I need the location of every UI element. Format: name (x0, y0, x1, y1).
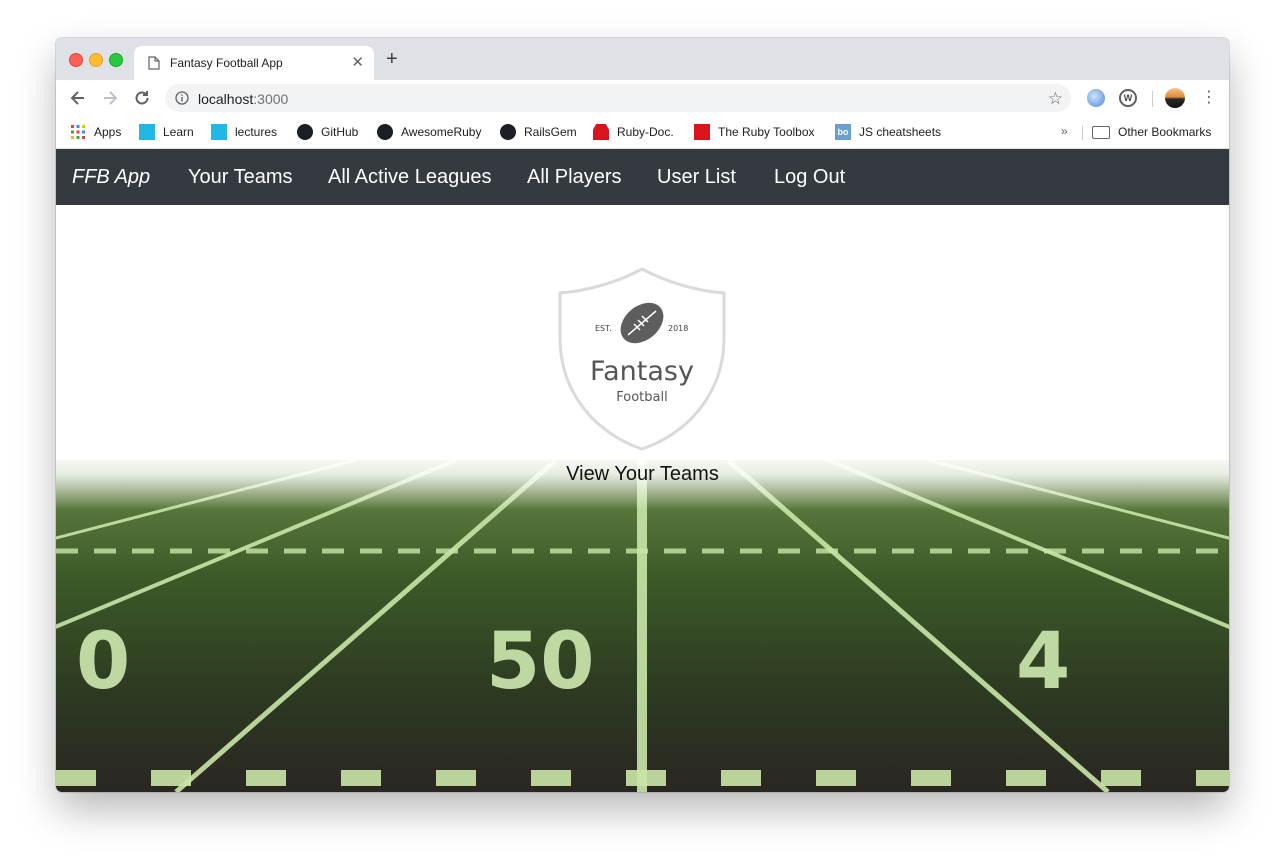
bo-icon: bo (835, 124, 851, 140)
yard-number-right: 4 (1016, 617, 1070, 707)
page-icon (148, 56, 160, 70)
url-host: localhost (198, 91, 254, 107)
bookmark-label: Ruby-Doc. (617, 125, 674, 139)
logo-football: Football (616, 390, 667, 405)
bookmark-label: Apps (94, 125, 122, 139)
bookmark-js-cheatsheets[interactable]: bo JS cheatsheets (835, 123, 941, 141)
github-icon (377, 124, 393, 140)
tab-title: Fantasy Football App (170, 56, 283, 70)
folder-icon (1092, 125, 1110, 139)
yard-number-center: 50 (486, 617, 595, 707)
browser-toolbar: localhost:3000 ☆ W ⋮ (56, 80, 1229, 116)
back-icon[interactable] (68, 88, 88, 108)
nav-user-list[interactable]: User List (657, 149, 736, 205)
github-icon (297, 124, 313, 140)
fantasy-football-logo: EST. 2018 Fantasy Football (558, 267, 726, 451)
bookmarks-bar: Apps Learn lectures GitHub AwesomeRuby R… (56, 116, 1229, 149)
page-content: 0 50 4 EST. 2018 Fantasy Football View Y… (56, 205, 1229, 792)
browser-menu-icon[interactable]: ⋮ (1201, 88, 1217, 108)
reload-icon[interactable] (132, 88, 152, 108)
bookmark-label: RailsGem (524, 125, 577, 139)
logo-fantasy: Fantasy (590, 356, 694, 387)
bookmarks-overflow-icon[interactable]: » (1061, 124, 1068, 138)
toolbar-divider (1152, 91, 1153, 107)
ruby-icon (593, 124, 609, 140)
bookmark-label: AwesomeRuby (401, 125, 482, 139)
nav-all-players[interactable]: All Players (527, 149, 621, 205)
close-window-button[interactable] (69, 53, 83, 67)
bookmark-star-icon[interactable]: ☆ (1048, 89, 1063, 109)
gift-icon (694, 124, 710, 140)
browser-window: Fantasy Football App ✕ + localhost:3000 … (56, 38, 1229, 792)
maximize-window-button[interactable] (109, 53, 123, 67)
minimize-window-button[interactable] (89, 53, 103, 67)
logo-est: EST. (595, 324, 612, 333)
url-port: :3000 (253, 91, 289, 107)
new-tab-button[interactable]: + (386, 49, 398, 69)
bookmark-ruby-toolbox[interactable]: The Ruby Toolbox (694, 123, 815, 141)
bookmarks-divider (1082, 126, 1083, 140)
bookmark-label: Learn (163, 125, 194, 139)
bookmark-label: GitHub (321, 125, 359, 139)
nav-brand[interactable]: FFB App (72, 149, 150, 205)
active-tab[interactable]: Fantasy Football App ✕ (134, 46, 374, 80)
bookmark-awesomeruby[interactable]: AwesomeRuby (377, 123, 481, 141)
nav-all-active-leagues[interactable]: All Active Leagues (328, 149, 491, 205)
close-tab-icon[interactable]: ✕ (351, 53, 364, 71)
bookmark-github[interactable]: GitHub (297, 123, 358, 141)
other-bookmarks[interactable]: Other Bookmarks (1092, 123, 1211, 141)
extension-icon[interactable] (1087, 89, 1105, 107)
learn-icon (139, 124, 155, 140)
view-your-teams-link[interactable]: View Your Teams (56, 463, 1229, 486)
bookmark-label: lectures (235, 125, 278, 139)
other-bookmarks-label: Other Bookmarks (1118, 125, 1212, 139)
forward-icon[interactable] (100, 88, 120, 108)
nav-log-out[interactable]: Log Out (774, 149, 845, 205)
bookmark-apps[interactable]: Apps (70, 123, 121, 141)
profile-avatar[interactable] (1165, 88, 1185, 108)
bookmark-learn[interactable]: Learn (139, 123, 194, 141)
bookmark-label: The Ruby Toolbox (718, 125, 815, 139)
url-text: localhost:3000 (198, 91, 288, 107)
nav-your-teams[interactable]: Your Teams (188, 149, 293, 205)
lectures-icon (211, 124, 227, 140)
site-info-icon[interactable] (175, 91, 189, 105)
yard-number-left: 0 (76, 617, 130, 707)
tab-strip: Fantasy Football App ✕ + (56, 38, 1229, 80)
app-navbar: FFB App Your Teams All Active Leagues Al… (56, 149, 1229, 205)
github-icon (500, 124, 516, 140)
bookmark-railsgem[interactable]: RailsGem (500, 123, 577, 141)
bookmark-label: JS cheatsheets (859, 125, 942, 139)
bookmark-lectures[interactable]: lectures (211, 123, 277, 141)
address-bar[interactable]: localhost:3000 ☆ (165, 84, 1071, 112)
apps-grid-icon (71, 125, 85, 139)
bookmark-ruby-doc[interactable]: Ruby-Doc. (593, 123, 674, 141)
extension-w-icon[interactable]: W (1119, 89, 1137, 107)
logo-year: 2018 (668, 324, 688, 333)
